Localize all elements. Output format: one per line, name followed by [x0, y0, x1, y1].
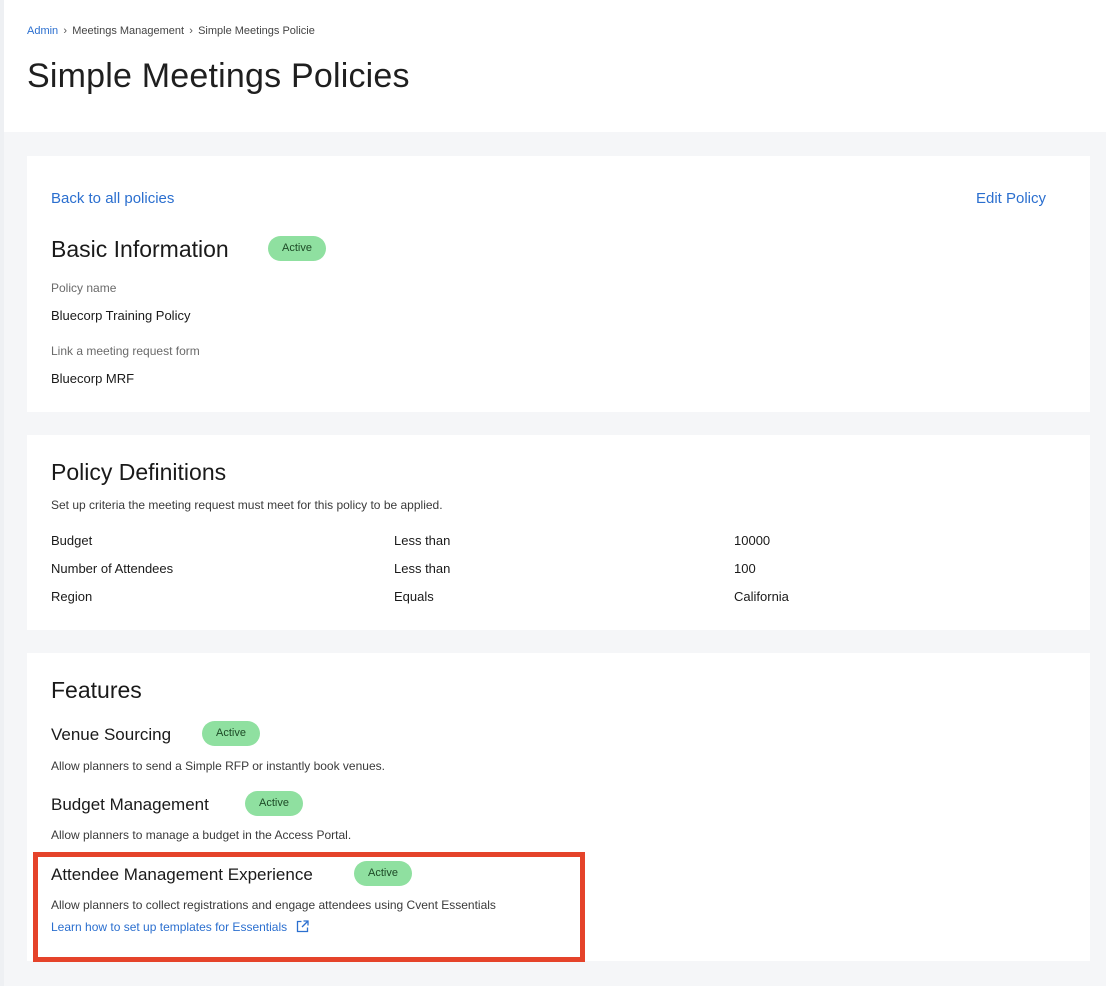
policy-definitions-card: Policy Definitions Set up criteria the m… — [27, 435, 1090, 630]
breadcrumb-meetings-management[interactable]: Meetings Management — [72, 25, 184, 37]
meeting-request-form-value: Bluecorp MRF — [51, 371, 135, 386]
operator-cell: Less than — [394, 561, 451, 576]
breadcrumb-admin[interactable]: Admin — [27, 25, 58, 37]
operator-cell: Less than — [394, 533, 451, 548]
status-badge: Active — [268, 236, 326, 261]
app-page: Admin › Meetings Management › Simple Mee… — [0, 0, 1106, 986]
back-to-all-policies-link[interactable]: Back to all policies — [51, 190, 174, 207]
status-badge: Active — [202, 721, 260, 746]
breadcrumb-current: Simple Meetings Policie — [198, 25, 315, 37]
operator-cell: Equals — [394, 589, 434, 604]
policy-definitions-description: Set up criteria the meeting request must… — [51, 498, 443, 512]
basic-information-title: Basic Information — [51, 236, 229, 262]
criterion-cell: Budget — [51, 533, 93, 548]
status-badge: Active — [245, 791, 303, 816]
meeting-request-form-label: Link a meeting request form — [51, 344, 200, 358]
value-cell: 100 — [734, 561, 756, 576]
value-cell: 10000 — [734, 533, 771, 548]
policy-definitions-title: Policy Definitions — [51, 459, 227, 485]
feature-title: Venue Sourcing — [51, 725, 172, 744]
feature-description: Allow planners to manage a budget in the… — [51, 828, 352, 842]
policy-name-label: Policy name — [51, 281, 117, 295]
feature-title: Budget Management — [51, 795, 209, 814]
breadcrumb: Admin › Meetings Management › Simple Mee… — [27, 0, 1106, 38]
criterion-cell: Number of Attendees — [51, 561, 174, 576]
edit-policy-link[interactable]: Edit Policy — [976, 190, 1046, 207]
features-card: Features Venue Sourcing Active Allow pla… — [27, 653, 1090, 962]
chevron-right-icon: › — [189, 25, 193, 37]
chevron-right-icon: › — [63, 25, 68, 37]
feature-description: Allow planners to send a Simple RFP or i… — [51, 759, 385, 773]
content-area: Back to all policies Edit Policy Basic I… — [4, 132, 1106, 986]
highlight-annotation-box — [33, 852, 585, 962]
page-title: Simple Meetings Policies — [27, 57, 410, 95]
criterion-cell: Region — [51, 589, 93, 604]
page-header: Admin › Meetings Management › Simple Mee… — [4, 0, 1106, 132]
value-cell: California — [734, 589, 789, 604]
features-title: Features — [51, 677, 142, 703]
basic-information-card: Back to all policies Edit Policy Basic I… — [27, 156, 1090, 412]
policy-name-value: Bluecorp Training Policy — [51, 308, 191, 323]
